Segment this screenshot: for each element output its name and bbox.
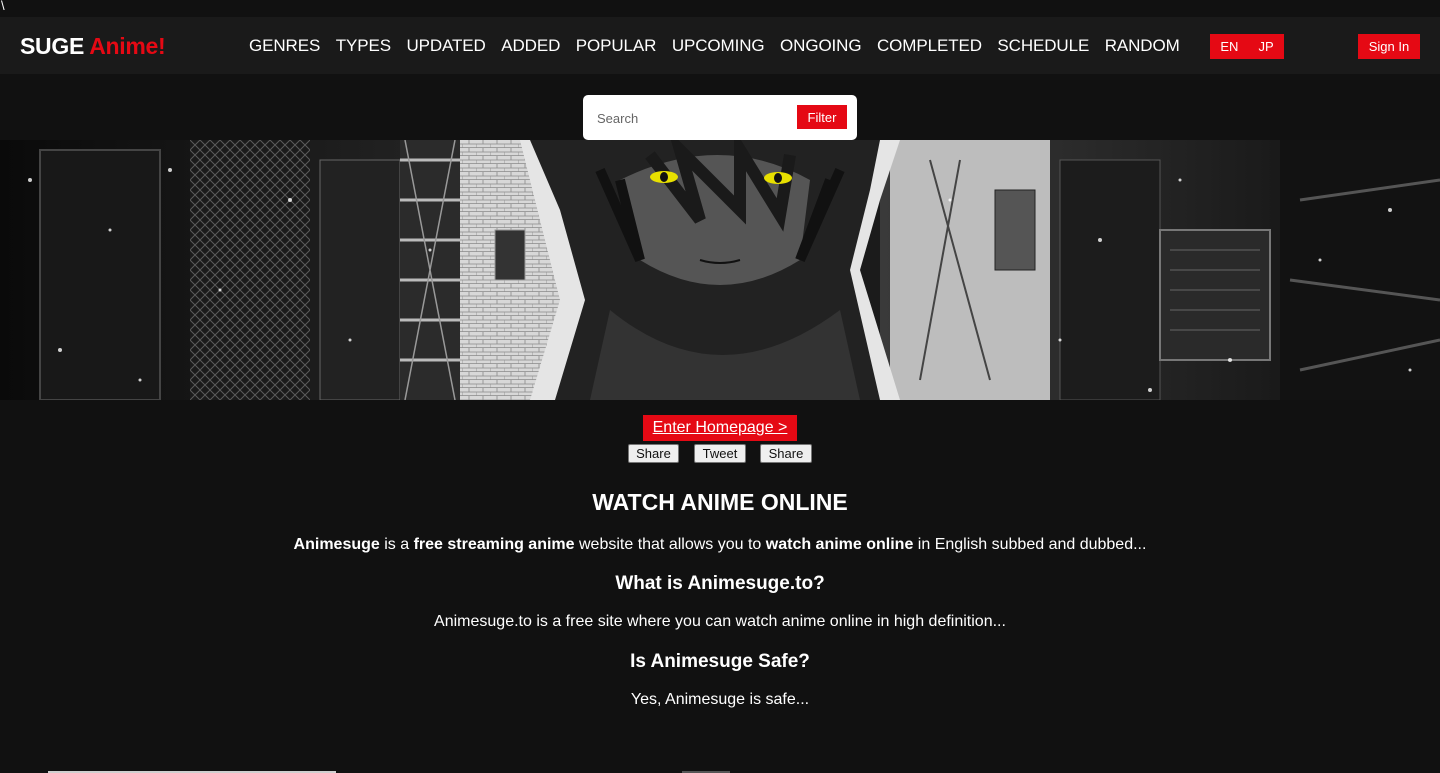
nav-completed[interactable]: COMPLETED xyxy=(877,36,982,56)
intro-text-2: website that allows you to xyxy=(574,536,766,553)
logo-text-accent: Anime! xyxy=(89,33,166,59)
top-header: SUGE Anime! GENRES TYPES UPDATED ADDED P… xyxy=(0,17,1440,74)
intro-bold-2: watch anime online xyxy=(765,536,914,553)
faq-answer-safe: Yes, Animesuge is safe... xyxy=(630,691,810,708)
faq-heading-safe: Is Animesuge Safe? xyxy=(630,651,810,672)
search-bar: Filter xyxy=(583,95,857,140)
share-button[interactable]: Share xyxy=(760,444,812,463)
nav-updated[interactable]: UPDATED xyxy=(406,36,485,56)
nav-types[interactable]: TYPES xyxy=(336,36,391,56)
page-title: WATCH ANIME ONLINE xyxy=(592,489,848,515)
intro-brand: Animesuge xyxy=(293,536,380,553)
intro-text-3: in English subbed and dubbed... xyxy=(913,536,1147,553)
language-toggle: EN JP xyxy=(1210,34,1284,59)
main-nav: GENRES TYPES UPDATED ADDED POPULAR UPCOM… xyxy=(249,36,1195,56)
nav-popular[interactable]: POPULAR xyxy=(576,36,657,56)
nav-genres[interactable]: GENRES xyxy=(249,36,320,56)
intro-paragraph: Animesuge is a free streaming anime webs… xyxy=(0,536,1440,554)
nav-added[interactable]: ADDED xyxy=(501,36,560,56)
site-logo[interactable]: SUGE Anime! xyxy=(20,33,166,60)
faq-heading-what: What is Animesuge.to? xyxy=(615,573,825,594)
lang-en-button[interactable]: EN xyxy=(1220,39,1238,54)
share-buttons-row: Share Tweet Share xyxy=(0,444,1440,464)
anime-hero-banner-icon xyxy=(0,140,1440,400)
filter-button[interactable]: Filter xyxy=(797,105,847,129)
nav-schedule[interactable]: SCHEDULE xyxy=(997,36,1089,56)
stray-backslash: \ xyxy=(1,0,5,13)
lang-jp-button[interactable]: JP xyxy=(1258,39,1273,54)
tweet-button[interactable]: Tweet xyxy=(694,444,746,463)
hero-banner xyxy=(0,140,1440,400)
facebook-share-button[interactable]: Share xyxy=(628,444,679,463)
intro-bold-1: free streaming anime xyxy=(413,536,575,553)
sign-in-button[interactable]: Sign In xyxy=(1358,34,1420,59)
nav-upcoming[interactable]: UPCOMING xyxy=(672,36,765,56)
logo-text-main: SUGE xyxy=(20,33,84,59)
intro-text-1: is a xyxy=(379,536,414,553)
nav-random[interactable]: RANDOM xyxy=(1105,36,1180,56)
faq-answer-what: Animesuge.to is a free site where you ca… xyxy=(434,613,1006,630)
nav-ongoing[interactable]: ONGOING xyxy=(780,36,862,56)
search-input[interactable] xyxy=(597,108,787,128)
enter-homepage-button[interactable]: Enter Homepage > xyxy=(643,415,797,441)
